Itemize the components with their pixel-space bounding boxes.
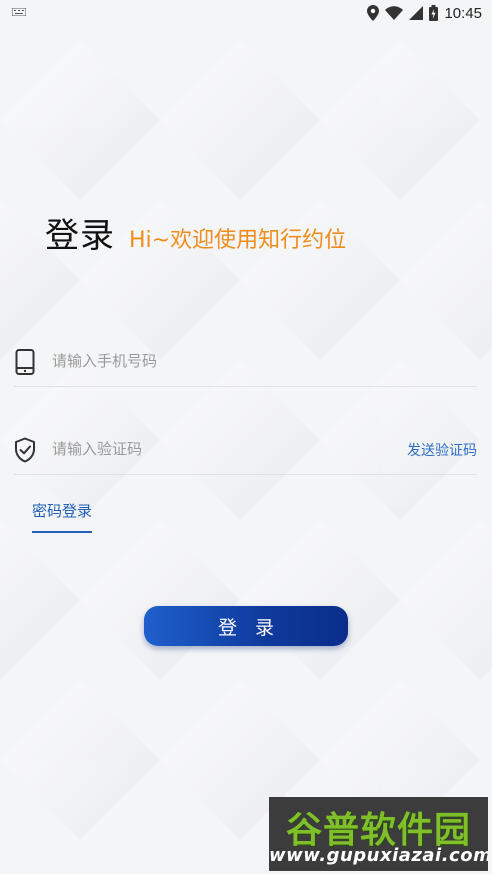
welcome-greeting: Hi~欢迎使用知行约位 xyxy=(129,228,347,253)
status-bar: 10:45 xyxy=(0,0,492,26)
wifi-icon xyxy=(385,6,404,20)
page-title: 登录 xyxy=(45,216,115,256)
send-code-button[interactable]: 发送验证码 xyxy=(407,440,477,460)
battery-icon xyxy=(429,5,439,21)
watermark-logo: 谷普软件园 www.gupuxiazai.com xyxy=(269,797,488,871)
location-icon xyxy=(367,5,380,21)
signal-icon xyxy=(409,6,424,20)
phone-icon xyxy=(14,348,36,376)
status-time: 10:45 xyxy=(444,4,482,22)
keyboard-icon xyxy=(12,8,26,16)
phone-input[interactable] xyxy=(52,346,392,376)
verification-code-field: 发送验证码 xyxy=(14,426,477,475)
password-login-link[interactable]: 密码登录 xyxy=(32,500,93,533)
verification-code-input[interactable] xyxy=(52,434,392,464)
login-button[interactable]: 登录 xyxy=(144,606,348,646)
phone-field xyxy=(14,338,477,387)
title-row: 登录 Hi~欢迎使用知行约位 xyxy=(45,208,346,257)
watermark-url: www.gupuxiazai.com xyxy=(269,845,488,866)
shield-check-icon xyxy=(14,436,36,464)
